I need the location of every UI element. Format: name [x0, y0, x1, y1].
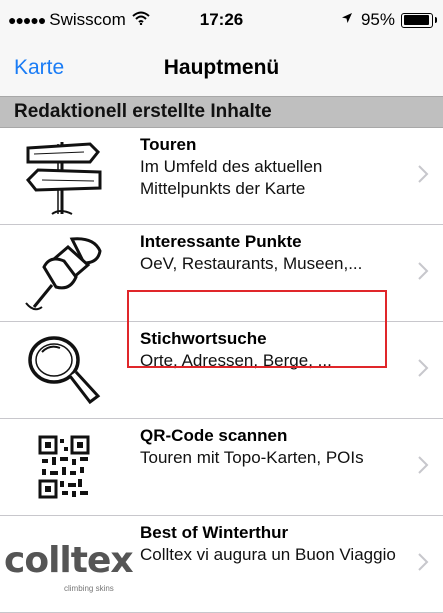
menu-item-best-of-winterthur[interactable]: colltex climbing skins Best of Winterthu…: [0, 516, 443, 613]
logo-tagline: climbing skins: [64, 584, 114, 593]
menu-item-subtitle: OeV, Restaurants, Museen,...: [140, 254, 363, 273]
menu-item-title: Touren: [140, 135, 197, 154]
menu-list: Touren Im Umfeld des aktuellen Mittelpun…: [0, 128, 443, 613]
location-arrow-icon: [341, 11, 353, 29]
chevron-right-icon: [418, 262, 429, 280]
section-header-label: Redaktionell erstellte Inhalte: [14, 101, 272, 122]
status-bar: ●●●●● Swisscom 17:26 95%: [0, 0, 443, 40]
menu-item-title: Interessante Punkte: [140, 232, 302, 251]
signpost-icon: [14, 136, 114, 216]
colltex-logo: colltex climbing skins: [4, 524, 134, 604]
menu-item-title: Best of Winterthur: [140, 523, 289, 542]
menu-item-subtitle: Touren mit Topo-Karten, POIs: [140, 448, 364, 467]
logo-wordmark: colltex: [4, 540, 134, 581]
menu-item-title: QR-Code scannen: [140, 426, 288, 445]
menu-item-subtitle: Colltex vi augura un Buon Viaggio: [140, 545, 396, 564]
status-right: 95%: [341, 10, 437, 30]
section-header: Redaktionell erstellte Inhalte: [0, 96, 443, 128]
navigation-bar: Karte Hauptmenü: [0, 40, 443, 96]
menu-item-touren[interactable]: Touren Im Umfeld des aktuellen Mittelpun…: [0, 128, 443, 225]
chevron-right-icon: [418, 456, 429, 474]
pushpin-icon: [14, 233, 114, 313]
menu-item-subtitle: Im Umfeld des aktuellen Mittelpunkts der…: [140, 157, 323, 198]
qr-code-icon: [14, 427, 114, 507]
menu-item-qr-code[interactable]: QR-Code scannen Touren mit Topo-Karten, …: [0, 419, 443, 516]
chevron-right-icon: [418, 553, 429, 571]
chevron-right-icon: [418, 359, 429, 377]
page-title: Hauptmenü: [163, 56, 280, 79]
chevron-right-icon: [418, 165, 429, 183]
battery-icon: [401, 12, 437, 28]
highlight-box: [127, 290, 387, 368]
battery-percent: 95%: [360, 10, 395, 29]
magnifier-icon: [14, 330, 114, 410]
